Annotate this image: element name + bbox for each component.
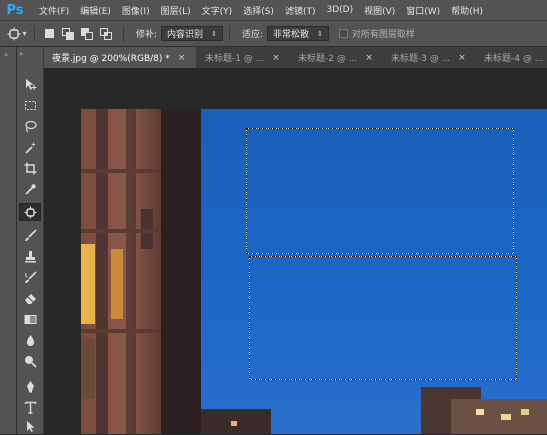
eraser-tool[interactable] bbox=[19, 289, 41, 307]
crop-icon bbox=[24, 162, 36, 174]
path-selection-tool[interactable] bbox=[19, 417, 41, 435]
blur-tool[interactable] bbox=[19, 331, 41, 349]
tab-untitled-2[interactable]: 未标题-2 @ ... × bbox=[290, 47, 382, 68]
options-bar: ▾ 修补: 内容识别 ⇕ 适应: 非常松散 ⇕ 对所有图层取样 bbox=[0, 21, 547, 47]
lasso-icon bbox=[24, 120, 37, 132]
history-brush-tool[interactable] bbox=[19, 268, 41, 286]
photoshop-logo: Ps bbox=[6, 2, 24, 18]
close-icon[interactable]: × bbox=[272, 53, 280, 63]
rect-marquee-tool[interactable] bbox=[19, 96, 41, 114]
clone-stamp-tool[interactable] bbox=[19, 247, 41, 265]
menu-select[interactable]: 选择(S) bbox=[243, 4, 274, 17]
up-down-arrows-icon: ⇕ bbox=[317, 29, 323, 38]
patch-selection-target[interactable] bbox=[249, 256, 517, 380]
repair-mode-select[interactable]: 内容识别 ⇕ bbox=[161, 26, 223, 41]
tab-untitled-1[interactable]: 未标题-1 @ ... × bbox=[197, 47, 289, 68]
menu-type[interactable]: 文字(Y) bbox=[202, 4, 233, 17]
move-icon bbox=[25, 78, 36, 90]
spot-healing-brush-icon bbox=[7, 27, 21, 40]
menu-window[interactable]: 窗口(W) bbox=[406, 4, 440, 17]
chevron-down-icon: ▾ bbox=[22, 29, 27, 38]
divider bbox=[228, 25, 230, 42]
move-tool[interactable] bbox=[19, 75, 41, 93]
sample-all-layers-label: 对所有图层取样 bbox=[351, 30, 415, 40]
repair-mode-value: 内容识别 bbox=[167, 30, 204, 40]
dodge-icon bbox=[24, 355, 37, 368]
menu-bar: Ps 文件(F) 编辑(E) 图像(I) 图层(L) 文字(Y) 选择(S) 滤… bbox=[0, 0, 547, 21]
menu-view[interactable]: 视图(V) bbox=[364, 4, 395, 17]
tab-night-scene[interactable]: 夜景.jpg @ 200%(RGB/8) * × bbox=[44, 47, 196, 68]
rect-marquee-icon bbox=[24, 100, 36, 110]
intersect-selection-button[interactable] bbox=[98, 26, 114, 42]
pen-tool[interactable] bbox=[19, 377, 41, 395]
tools-panel: » bbox=[17, 47, 44, 434]
menu-help[interactable]: 帮助(H) bbox=[451, 4, 483, 17]
menu-filter[interactable]: 滤镜(T) bbox=[285, 4, 316, 17]
crop-tool[interactable] bbox=[19, 159, 41, 177]
blur-icon bbox=[26, 334, 34, 346]
tab-label: 未标题-4 @ ... bbox=[484, 54, 544, 64]
collapsed-panel-strip: » bbox=[0, 47, 17, 434]
document-tab-bar: 夜景.jpg @ 200%(RGB/8) * × 未标题-1 @ ... × 未… bbox=[44, 47, 547, 69]
gradient-icon bbox=[24, 314, 36, 324]
divider bbox=[123, 25, 124, 42]
eyedropper-tool[interactable] bbox=[19, 180, 41, 198]
type-tool[interactable] bbox=[19, 398, 41, 416]
patch-selection-source[interactable] bbox=[246, 128, 514, 254]
collapse-toolbar-icon[interactable]: » bbox=[19, 50, 23, 58]
gradient-tool[interactable] bbox=[19, 310, 41, 328]
divider bbox=[34, 25, 35, 42]
expand-panel-icon[interactable]: » bbox=[4, 51, 8, 59]
close-icon[interactable]: × bbox=[365, 53, 373, 63]
tab-label: 未标题-2 @ ... bbox=[298, 54, 358, 64]
repair-label: 修补: bbox=[136, 30, 158, 40]
eyedropper-icon bbox=[24, 183, 36, 195]
menu-edit[interactable]: 编辑(E) bbox=[80, 4, 111, 17]
tab-untitled-3[interactable]: 未标题-3 @ ... × bbox=[383, 47, 475, 68]
magic-wand-icon bbox=[24, 141, 36, 154]
menu-layer[interactable]: 图层(L) bbox=[161, 4, 191, 17]
tab-untitled-4[interactable]: 未标题-4 @ ... bbox=[476, 47, 547, 68]
menu-3d[interactable]: 3D(D) bbox=[326, 5, 353, 15]
sample-all-layers-checkbox[interactable] bbox=[338, 29, 348, 38]
tab-label: 未标题-3 @ ... bbox=[391, 54, 451, 64]
path-selection-icon bbox=[26, 420, 34, 432]
patch-tool-icon bbox=[24, 206, 36, 218]
new-selection-button[interactable] bbox=[41, 26, 57, 42]
pen-icon bbox=[26, 380, 34, 392]
add-to-selection-button[interactable] bbox=[60, 26, 76, 42]
night-scene-image[interactable] bbox=[81, 109, 547, 434]
magic-wand-tool[interactable] bbox=[19, 138, 41, 156]
adaptation-select[interactable]: 非常松散 ⇕ bbox=[266, 26, 329, 41]
tab-label: 未标题-1 @ ... bbox=[205, 54, 265, 64]
close-icon[interactable]: × bbox=[178, 53, 186, 63]
patch-tool[interactable] bbox=[19, 203, 41, 221]
lasso-tool[interactable] bbox=[19, 117, 41, 135]
subtract-from-selection-button[interactable] bbox=[79, 26, 95, 42]
adapt-label: 适应: bbox=[241, 30, 263, 40]
menu-image[interactable]: 图像(I) bbox=[122, 4, 150, 17]
tab-label: 夜景.jpg @ 200%(RGB/8) * bbox=[52, 54, 170, 64]
tool-preset-picker[interactable]: ▾ bbox=[6, 25, 28, 43]
eraser-icon bbox=[24, 293, 36, 304]
up-down-arrows-icon: ⇕ bbox=[211, 29, 217, 38]
adaptation-value: 非常松散 bbox=[272, 30, 309, 40]
history-brush-icon bbox=[24, 270, 37, 283]
clone-stamp-icon bbox=[24, 250, 36, 262]
dodge-tool[interactable] bbox=[19, 352, 41, 370]
brush-icon bbox=[24, 228, 37, 241]
document-canvas-area[interactable] bbox=[44, 69, 547, 434]
type-icon bbox=[24, 401, 36, 414]
brush-tool[interactable] bbox=[19, 226, 41, 244]
menu-file[interactable]: 文件(F) bbox=[39, 4, 69, 17]
close-icon[interactable]: × bbox=[458, 53, 466, 63]
